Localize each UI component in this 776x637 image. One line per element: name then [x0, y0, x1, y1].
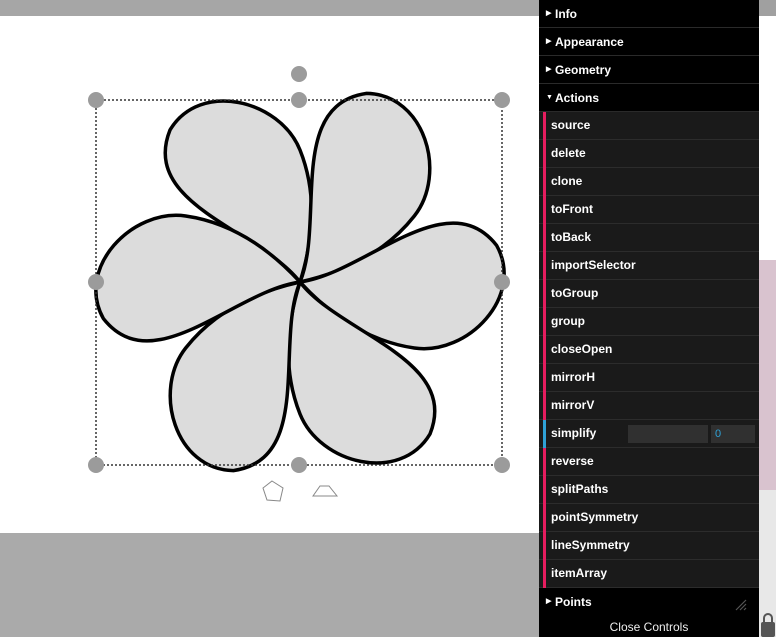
action-delete[interactable]: delete — [539, 140, 759, 168]
folder-label: Actions — [555, 91, 600, 105]
action-mirrorv[interactable]: mirrorV — [539, 392, 759, 420]
handle-top-right[interactable] — [494, 92, 510, 108]
lock-icon[interactable] — [760, 612, 776, 637]
folder-label: Info — [555, 7, 577, 21]
simplify-slider[interactable] — [628, 425, 708, 443]
action-clone[interactable]: clone — [539, 168, 759, 196]
action-tofront[interactable]: toFront — [539, 196, 759, 224]
folder-info[interactable]: ▶ Info — [539, 0, 759, 28]
folder-actions[interactable]: ▼ Actions — [539, 84, 759, 112]
action-source[interactable]: source — [539, 112, 759, 140]
triangle-right-icon: ▶ — [546, 38, 552, 45]
folder-label: Appearance — [555, 35, 624, 49]
action-pointsymmetry[interactable]: pointSymmetry — [539, 504, 759, 532]
control-simplify: simplify 0 — [539, 420, 759, 448]
trapezoid-tool-icon[interactable] — [312, 485, 339, 497]
triangle-right-icon: ▶ — [546, 10, 552, 17]
triangle-down-icon: ▼ — [546, 94, 553, 101]
controls-panel: ▶ Info ▶ Appearance ▶ Geometry ▼ Actions… — [539, 0, 759, 637]
triangle-right-icon: ▶ — [546, 598, 552, 605]
simplify-input[interactable]: 0 — [711, 425, 755, 443]
pentagon-tool-icon[interactable] — [262, 480, 284, 502]
handle-bottom-right[interactable] — [494, 457, 510, 473]
action-splitpaths[interactable]: splitPaths — [539, 476, 759, 504]
handle-right[interactable] — [494, 274, 510, 290]
handle-rotate-icon[interactable] — [291, 66, 307, 82]
action-group[interactable]: group — [539, 308, 759, 336]
folder-appearance[interactable]: ▶ Appearance — [539, 28, 759, 56]
handle-bottom-left[interactable] — [88, 457, 104, 473]
action-reverse[interactable]: reverse — [539, 448, 759, 476]
resize-grip-icon[interactable] — [734, 598, 748, 612]
triangle-right-icon: ▶ — [546, 66, 552, 73]
folder-geometry[interactable]: ▶ Geometry — [539, 56, 759, 84]
close-controls-button[interactable]: Close Controls — [539, 617, 759, 637]
handle-top[interactable] — [291, 92, 307, 108]
action-togroup[interactable]: toGroup — [539, 280, 759, 308]
action-importselector[interactable]: importSelector — [539, 252, 759, 280]
flower-shape[interactable] — [76, 75, 524, 489]
action-mirrorh[interactable]: mirrorH — [539, 364, 759, 392]
folder-label: Geometry — [555, 63, 612, 77]
drawing-stage[interactable] — [0, 0, 539, 637]
action-closeopen[interactable]: closeOpen — [539, 336, 759, 364]
handle-top-left[interactable] — [88, 92, 104, 108]
folder-label: Points — [555, 595, 592, 609]
handle-left[interactable] — [88, 274, 104, 290]
action-itemarray[interactable]: itemArray — [539, 560, 759, 588]
handle-bottom[interactable] — [291, 457, 307, 473]
action-linesymmetry[interactable]: lineSymmetry — [539, 532, 759, 560]
folder-points[interactable]: ▶ Points — [539, 588, 759, 615]
background-strip — [759, 0, 776, 637]
action-toback[interactable]: toBack — [539, 224, 759, 252]
